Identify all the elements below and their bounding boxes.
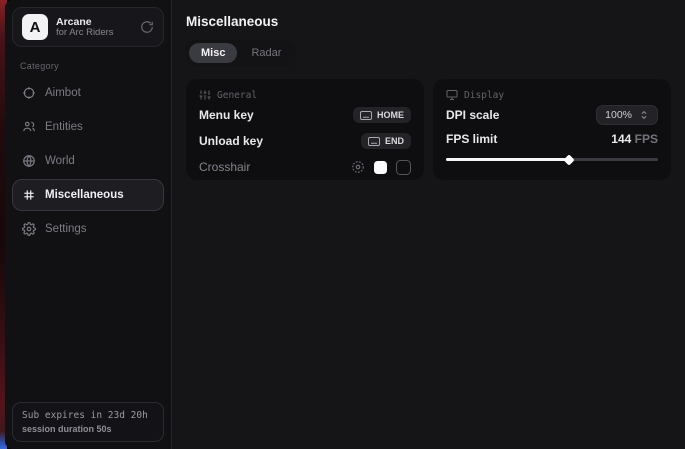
cards-row: General Menu key HOME Unload key (186, 79, 671, 180)
app-subtitle: for Arc Riders (56, 28, 132, 39)
sync-icon[interactable] (140, 20, 154, 34)
product-card: A Arcane for Arc Riders (12, 7, 164, 47)
sidebar-item-label: Entities (45, 121, 83, 133)
gear-icon (22, 222, 36, 236)
unload-key-bind-button[interactable]: END (361, 133, 411, 149)
sidebar-item-miscellaneous[interactable]: Miscellaneous (12, 179, 164, 211)
menu-key-row: Menu key HOME (199, 103, 411, 127)
slider-fill (446, 158, 569, 161)
sidebar-item-aimbot[interactable]: Aimbot (12, 77, 164, 109)
dpi-scale-row: DPI scale 100% (446, 103, 658, 127)
entities-icon (22, 120, 36, 134)
general-card: General Menu key HOME Unload key (186, 79, 424, 180)
app-window: A Arcane for Arc Riders Category Aimbot … (5, 0, 685, 449)
tab-radar[interactable]: Radar (239, 43, 293, 63)
crosshair-color-swatch[interactable] (374, 161, 387, 174)
crosshair-settings-icon[interactable] (351, 160, 365, 174)
page-title: Miscellaneous (186, 14, 671, 29)
sidebar-item-label: Aimbot (45, 87, 81, 99)
sub-expires-text: Sub expires in 23d 20h (22, 410, 154, 421)
dpi-scale-label: DPI scale (446, 108, 499, 122)
crosshair-checkbox[interactable] (396, 160, 411, 175)
main-content: Miscellaneous Misc Radar General Menu ke… (172, 0, 685, 449)
session-duration-text: session duration 50s (22, 424, 154, 434)
keyboard-icon (360, 111, 372, 120)
crosshair-icon (22, 86, 36, 100)
unload-key-label: Unload key (199, 134, 263, 148)
display-card: Display DPI scale 100% FPS limit 144 FPS (433, 79, 671, 180)
fps-value: 144 (611, 132, 631, 146)
display-card-title: Display (464, 90, 504, 101)
app-logo: A (22, 14, 48, 40)
subscription-card: Sub expires in 23d 20h session duration … (12, 402, 164, 442)
sidebar-item-label: Settings (45, 223, 87, 235)
sidebar-item-label: Miscellaneous (45, 189, 124, 201)
grid-icon (22, 188, 36, 202)
general-card-title: General (217, 90, 257, 101)
dpi-scale-select[interactable]: 100% (596, 105, 658, 125)
fps-unit: FPS (631, 132, 658, 146)
crosshair-row: Crosshair (199, 155, 411, 179)
sidebar-item-entities[interactable]: Entities (12, 111, 164, 143)
menu-key-label: Menu key (199, 108, 254, 122)
tab-misc[interactable]: Misc (189, 43, 237, 63)
app-name: Arcane (56, 16, 132, 28)
sidebar-item-settings[interactable]: Settings (12, 213, 164, 245)
monitor-icon (446, 89, 458, 101)
globe-icon (22, 154, 36, 168)
fps-limit-row: FPS limit 144 FPS (446, 129, 658, 149)
fps-limit-label: FPS limit (446, 132, 497, 146)
fps-limit-slider[interactable] (446, 154, 658, 164)
sidebar-item-world[interactable]: World (12, 145, 164, 177)
tab-bar: Misc Radar (186, 40, 296, 66)
slider-thumb[interactable] (563, 154, 574, 165)
menu-key-bind-button[interactable]: HOME (353, 107, 411, 123)
keyboard-icon (368, 137, 380, 146)
chevrons-up-down-icon (639, 110, 649, 120)
category-label: Category (20, 61, 164, 71)
sidebar: A Arcane for Arc Riders Category Aimbot … (5, 0, 172, 449)
crosshair-label: Crosshair (199, 160, 250, 174)
unload-key-row: Unload key END (199, 129, 411, 153)
sidebar-item-label: World (45, 155, 75, 167)
sliders-icon (199, 89, 211, 101)
